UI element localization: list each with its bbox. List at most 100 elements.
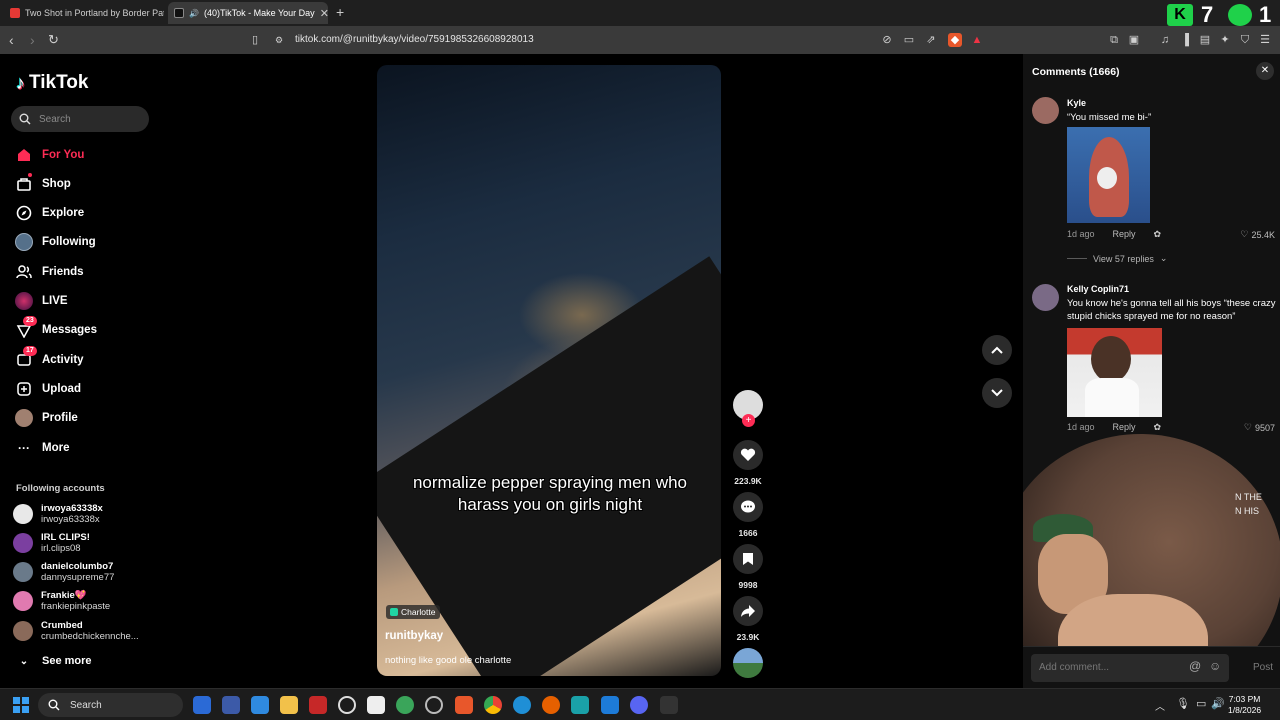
nav-activity[interactable]: 17 Activity (15, 346, 84, 369)
file-explorer-icon[interactable] (280, 696, 298, 714)
nav-more[interactable]: ··· More (15, 439, 69, 457)
nav-messages[interactable]: 23 Messages (15, 316, 97, 339)
remote-desktop-icon[interactable] (251, 696, 269, 714)
video-author[interactable]: runitbykay (385, 630, 443, 642)
reply-button[interactable]: Reply (1113, 422, 1136, 433)
comment-like-button[interactable]: ♡ 9507 (1244, 422, 1275, 433)
extensions-icon[interactable]: ⧉ (1107, 33, 1121, 47)
next-video-button[interactable] (982, 378, 1012, 408)
comment-author[interactable]: Kelly Coplin71 (1067, 284, 1129, 294)
music-icon[interactable]: ♫ (1158, 33, 1172, 47)
vpn-app-icon[interactable] (660, 696, 678, 714)
following-account[interactable]: IRL CLIPS! irl.clips08 (13, 532, 90, 554)
network-icon[interactable]: ▭ (1196, 697, 1206, 710)
share-icon[interactable]: ⇗ (924, 33, 938, 47)
comment-author[interactable]: Kyle (1067, 98, 1086, 108)
nav-live[interactable]: LIVE (15, 292, 68, 310)
tray-chevron-up-icon[interactable]: ︿ (1155, 698, 1165, 713)
see-more-button[interactable]: ⌄ See more (15, 652, 92, 670)
nav-explore[interactable]: Explore (15, 204, 84, 222)
following-account[interactable]: irwoya63338x irwoya63338x (13, 503, 103, 525)
author-avatar-button[interactable]: + (733, 390, 763, 427)
site-settings-icon[interactable]: ⚙ (272, 33, 286, 47)
save-button[interactable]: 9998 (733, 544, 763, 590)
tiktok-logo[interactable]: ♪ TikTok (16, 72, 88, 94)
vscode-icon[interactable] (601, 696, 619, 714)
app-icon[interactable] (309, 696, 327, 714)
youtube-favicon-icon (10, 8, 20, 18)
creator-liked-icon: ✿ (1153, 422, 1162, 432)
sidebar-toggle-icon[interactable]: ▐ (1178, 33, 1192, 47)
volume-icon[interactable]: 🔊 (1211, 697, 1225, 710)
taskbar-search[interactable]: Search (38, 693, 183, 717)
browser-tab-2[interactable]: 🔊 (40)TikTok - Make Your Day ✕ (168, 2, 328, 24)
location-tag[interactable]: Charlotte (386, 605, 440, 619)
arduino-icon[interactable] (571, 696, 589, 714)
screenshot-icon[interactable]: ▣ (1127, 33, 1141, 47)
post-button[interactable]: Post (1253, 662, 1273, 673)
following-account[interactable]: Frankie💖 frankiepinkpaste (13, 590, 110, 612)
nav-shop[interactable]: Shop (15, 173, 71, 193)
following-account[interactable]: Crumbed crumbedchickennche... (13, 620, 139, 642)
no-tracking-icon[interactable]: ⊘ (880, 33, 894, 47)
comment-meta: 1d ago Reply ✿ (1067, 422, 1161, 433)
wallet-icon[interactable]: ▤ (1198, 33, 1212, 47)
reply-button[interactable]: Reply (1113, 229, 1136, 240)
creator-liked-icon: ✿ (1153, 229, 1162, 239)
emoji-icon[interactable]: ☺ (1209, 659, 1221, 673)
shield-app-icon[interactable] (396, 696, 414, 714)
video-player[interactable] (377, 65, 721, 676)
comment-age: 1d ago (1067, 422, 1095, 432)
capcut-icon[interactable] (367, 696, 385, 714)
sound-disc-button[interactable] (733, 648, 763, 678)
brave-shield-icon[interactable]: ◆ (948, 33, 962, 47)
comment-avatar[interactable] (1032, 97, 1059, 124)
widgets-icon[interactable] (193, 696, 211, 714)
close-comments-icon[interactable]: ✕ (1256, 62, 1274, 80)
brave-browser-icon[interactable] (455, 696, 473, 714)
menu-icon[interactable]: ☰ (1258, 33, 1272, 47)
like-button[interactable]: 223.9K (733, 440, 763, 486)
nav-upload[interactable]: Upload (15, 380, 81, 398)
close-tab-icon[interactable]: ✕ (320, 7, 328, 20)
follow-plus-icon[interactable]: + (742, 414, 755, 427)
url-field[interactable]: tiktok.com/@runitbykay/video/75919853266… (295, 34, 534, 45)
bookmark-icon[interactable]: ▯ (248, 33, 262, 47)
leo-ai-icon[interactable]: ✦ (1218, 33, 1232, 47)
account-avatar (13, 591, 33, 611)
nav-for-you[interactable]: For You (15, 146, 84, 164)
windows-start-icon[interactable] (13, 697, 29, 713)
share-button[interactable]: 23.9K (733, 596, 763, 642)
previous-video-button[interactable] (982, 335, 1012, 365)
forward-icon[interactable]: › (30, 32, 35, 48)
clock-app-icon[interactable] (338, 696, 356, 714)
speaker-icon[interactable]: 🔊 (189, 9, 199, 18)
vpn-icon[interactable]: ⛉ (1238, 33, 1252, 47)
nav-profile[interactable]: Profile (15, 409, 78, 427)
comment-button[interactable]: 1666 (733, 492, 763, 538)
edge-icon[interactable] (513, 696, 531, 714)
back-icon[interactable]: ‹ (9, 32, 14, 48)
taskbar-clock[interactable]: 7:03 PM 1/8/2026 (1228, 694, 1261, 716)
sidebar-search-input[interactable]: Search (11, 106, 149, 132)
nav-following[interactable]: Following (15, 233, 96, 251)
obs-icon[interactable] (425, 696, 443, 714)
cast-icon[interactable]: ▭ (902, 33, 916, 47)
comment-age: 1d ago (1067, 229, 1095, 239)
microphone-icon[interactable]: 🎙 (1176, 697, 1190, 710)
chrome-icon[interactable] (484, 696, 502, 714)
teams-icon[interactable] (222, 696, 240, 714)
chevron-up-icon (991, 346, 1003, 354)
brave-rewards-icon[interactable]: ▲ (970, 33, 984, 47)
reload-icon[interactable]: ↻ (48, 32, 59, 48)
firefox-icon[interactable] (542, 696, 560, 714)
mention-icon[interactable]: @ (1189, 659, 1201, 673)
new-tab-button[interactable]: + (336, 4, 344, 20)
comment-like-button[interactable]: ♡ 25.4K (1240, 229, 1275, 240)
browser-tab-1[interactable]: Two Shot in Portland by Border Patro (4, 2, 164, 24)
comment-avatar[interactable] (1032, 284, 1059, 311)
nav-friends[interactable]: Friends (15, 263, 84, 281)
discord-icon[interactable] (630, 696, 648, 714)
view-replies-button[interactable]: View 57 replies ⌄ (1067, 253, 1167, 264)
following-account[interactable]: danielcolumbo7 dannysupreme77 (13, 561, 114, 583)
